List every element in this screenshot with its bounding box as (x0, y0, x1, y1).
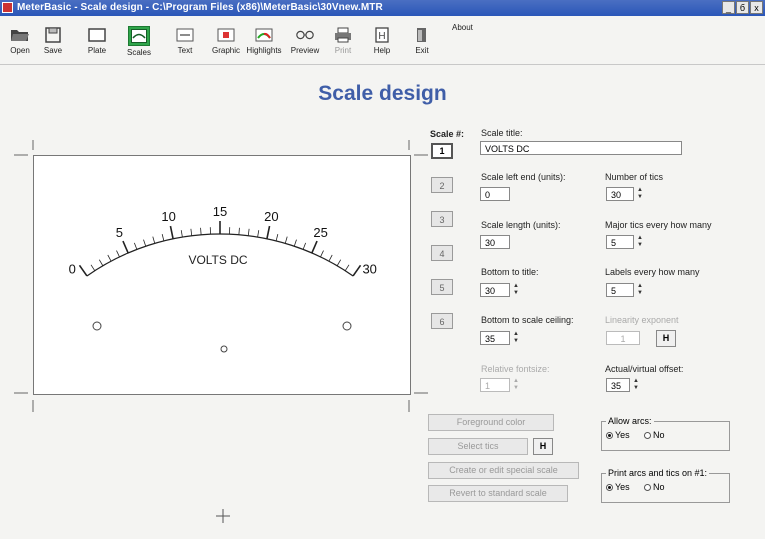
minor-tic (328, 254, 333, 262)
offset-label: Actual/virtual offset: (605, 364, 684, 374)
meter-preview: 0 5 10 15 20 25 30 VOLTS DC (33, 155, 411, 395)
select-tics-help-button[interactable]: H (533, 438, 553, 455)
minor-tic (293, 239, 297, 247)
scale-length-field[interactable]: 30 (480, 235, 510, 249)
minor-tic (275, 234, 279, 241)
allow-arcs-group: Allow arcs: Yes No (601, 416, 730, 451)
number-of-tics-spinner[interactable]: ▲ ▼ (635, 187, 645, 201)
labels-every-spinner[interactable]: ▲ ▼ (635, 283, 645, 297)
minor-tic (143, 239, 147, 247)
minor-tic (133, 242, 138, 250)
labels-every-field[interactable]: 5 (606, 283, 634, 297)
foreground-color-button[interactable]: Foreground color (428, 414, 554, 431)
print-arcs-legend: Print arcs and tics on #1: (606, 468, 710, 478)
scale-left-end-label: Scale left end (units): (481, 172, 566, 182)
linearity-help-button[interactable]: H (656, 330, 676, 347)
radio-selected-icon (606, 431, 613, 439)
mounting-hole-right (342, 321, 352, 331)
minor-tic (344, 264, 350, 271)
minor-tic (336, 259, 342, 266)
close-button[interactable]: x (750, 1, 763, 14)
minor-tic (180, 230, 183, 238)
number-of-tics-field[interactable]: 30 (606, 187, 634, 201)
scale-title-field[interactable]: VOLTS DC (480, 141, 682, 155)
allow-arcs-legend: Allow arcs: (606, 416, 654, 426)
meter-unit-label: VOLTS DC (188, 253, 247, 267)
scale-6-button[interactable]: 6 (431, 313, 453, 329)
minor-tic (238, 227, 240, 235)
radio-unselected-icon (644, 431, 651, 439)
major-tic (311, 240, 318, 254)
create-special-scale-button[interactable]: Create or edit special scale (428, 462, 579, 479)
relative-fontsize-spinner[interactable]: ▲ ▼ (511, 378, 521, 392)
radio-unselected-icon (644, 483, 651, 491)
print-arcs-group: Print arcs and tics on #1: Yes No (601, 468, 730, 503)
scale-label: 15 (213, 204, 227, 219)
linearity-exponent-field[interactable]: 1 (606, 331, 640, 345)
scale-1-button[interactable]: 1 (431, 143, 453, 159)
minor-tic (190, 228, 193, 236)
labels-every-label: Labels every how many (605, 267, 700, 277)
bottom-to-ceiling-label: Bottom to scale ceiling: (481, 315, 574, 325)
radio-selected-icon (606, 483, 613, 491)
about-link[interactable]: About (452, 23, 473, 32)
allow-arcs-yes-radio[interactable]: Yes (606, 430, 630, 440)
major-tic (266, 225, 271, 239)
scale-label: 0 (69, 261, 76, 276)
minor-tic (90, 264, 96, 271)
number-of-tics-label: Number of tics (605, 172, 664, 182)
relative-fontsize-label: Relative fontsize: (481, 364, 550, 374)
minor-tic (107, 254, 112, 262)
scale-4-button[interactable]: 4 (431, 245, 453, 261)
minimize-button[interactable]: _ (722, 1, 735, 14)
scale-label: 5 (116, 225, 123, 240)
offset-spinner[interactable]: ▲ ▼ (631, 378, 641, 392)
major-tics-field[interactable]: 5 (606, 235, 634, 249)
major-tic (352, 264, 362, 277)
scale-3-button[interactable]: 3 (431, 211, 453, 227)
relative-fontsize-field[interactable]: 1 (480, 378, 510, 392)
select-tics-button[interactable]: Select tics (428, 438, 528, 455)
linearity-exponent-label: Linearity exponent (605, 315, 679, 325)
scale-5-button[interactable]: 5 (431, 279, 453, 295)
major-tics-label: Major tics every how many (605, 220, 712, 230)
pivot-hole (220, 345, 228, 353)
scale-label: 20 (264, 209, 278, 224)
scale-number-label: Scale #: (430, 129, 465, 139)
meter-scale: 0 5 10 15 20 25 30 VOLTS DC (69, 204, 377, 353)
scale-label: 30 (362, 261, 376, 276)
scale-2-button[interactable]: 2 (431, 177, 453, 193)
minor-tic (116, 250, 120, 258)
minor-tic (200, 227, 202, 235)
print-arcs-no-radio[interactable]: No (644, 482, 665, 492)
scale-left-end-field[interactable]: 0 (480, 187, 510, 201)
bottom-to-title-field[interactable]: 30 (480, 283, 510, 297)
scale-label: 10 (161, 209, 175, 224)
major-tic (169, 225, 174, 239)
revert-standard-scale-button[interactable]: Revert to standard scale (428, 485, 568, 502)
minor-tic (302, 242, 307, 250)
scale-title-label: Scale title: (481, 128, 523, 138)
bottom-to-ceiling-spinner[interactable]: ▲ ▼ (511, 331, 521, 345)
minor-tic (152, 236, 156, 244)
bottom-to-title-label: Bottom to title: (481, 267, 539, 277)
minor-tic (98, 259, 104, 266)
restore-button[interactable]: б (736, 1, 749, 14)
minor-tic (257, 230, 260, 238)
bottom-to-title-spinner[interactable]: ▲ ▼ (511, 283, 521, 297)
minor-tic (284, 236, 288, 244)
major-tic (122, 240, 129, 254)
minor-tic (247, 228, 250, 236)
print-arcs-yes-radio[interactable]: Yes (606, 482, 630, 492)
allow-arcs-no-radio[interactable]: No (644, 430, 665, 440)
major-tic (78, 264, 88, 277)
major-tics-spinner[interactable]: ▲ ▼ (635, 235, 645, 249)
minor-tic (320, 250, 324, 258)
mounting-hole-left (92, 321, 102, 331)
offset-field[interactable]: 35 (606, 378, 630, 392)
bottom-to-ceiling-field[interactable]: 35 (480, 331, 510, 345)
scale-label: 25 (313, 225, 327, 240)
scale-length-label: Scale length (units): (481, 220, 561, 230)
minor-tic (161, 234, 165, 241)
